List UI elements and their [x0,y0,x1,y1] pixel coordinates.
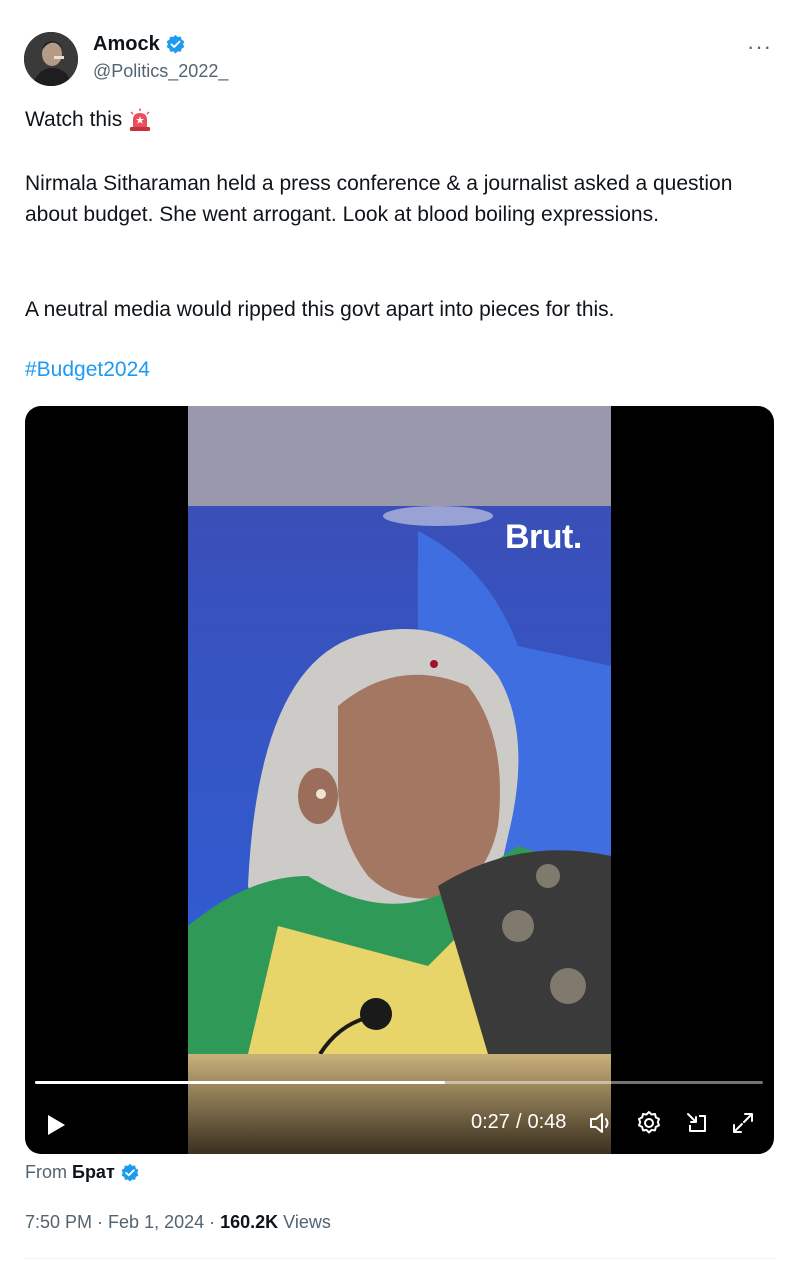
tweet-time[interactable]: 7:50 PM [25,1212,92,1233]
avatar-image [24,32,78,86]
picture-in-picture-icon[interactable] [683,1109,711,1137]
author-handle[interactable]: @Politics_2022_ [93,61,228,82]
fullscreen-icon[interactable] [729,1109,757,1137]
author-name[interactable]: Amock [93,33,160,56]
views-count: 160.2K [220,1212,279,1232]
hashtag-link[interactable]: #Budget2024 [25,358,150,382]
meta-separator: · [209,1212,216,1232]
tweet-paragraph-2: A neutral media would ripped this govt a… [25,298,615,321]
tweet-metadata: 7:50 PM · Feb 1, 2024 · 160.2K Views [25,1212,331,1233]
rotating-light-icon [130,108,151,131]
more-options-icon[interactable]: ··· [747,36,772,58]
video-progress-fill [35,1081,445,1084]
views-label: Views [283,1212,331,1232]
author-name-row[interactable]: Amock [93,33,186,56]
video-time: 0:27 / 0:48 [471,1111,566,1134]
play-icon[interactable] [41,1110,71,1140]
verified-badge-icon [121,1163,139,1182]
tweet: Amock @Politics_2022_ ··· Watch this Nir… [0,0,800,1270]
video-attribution: From Брат [25,1162,140,1183]
tweet-line1-text: Watch this [25,108,123,131]
video-time-separator: / [515,1111,522,1133]
attribution-prefix: From [25,1162,67,1182]
volume-icon[interactable] [587,1109,615,1137]
verified-badge-icon [166,34,184,54]
video-watermark: Brut. [505,518,582,556]
video-progress-bar[interactable] [35,1081,763,1084]
video-player[interactable]: Brut. 0:27 / 0:48 [25,406,774,1154]
tweet-line1: Watch this [25,104,745,135]
tweet-paragraph-1: Nirmala Sitharaman held a press conferen… [25,172,733,226]
attribution-source-link[interactable]: Брат [72,1162,115,1183]
avatar[interactable] [24,32,78,86]
video-current-time: 0:27 [471,1111,510,1133]
video-duration: 0:48 [527,1111,567,1133]
meta-separator: · [97,1212,104,1232]
settings-gear-icon[interactable] [635,1109,663,1137]
tweet-date[interactable]: Feb 1, 2024 [108,1212,204,1233]
divider [25,1258,775,1259]
